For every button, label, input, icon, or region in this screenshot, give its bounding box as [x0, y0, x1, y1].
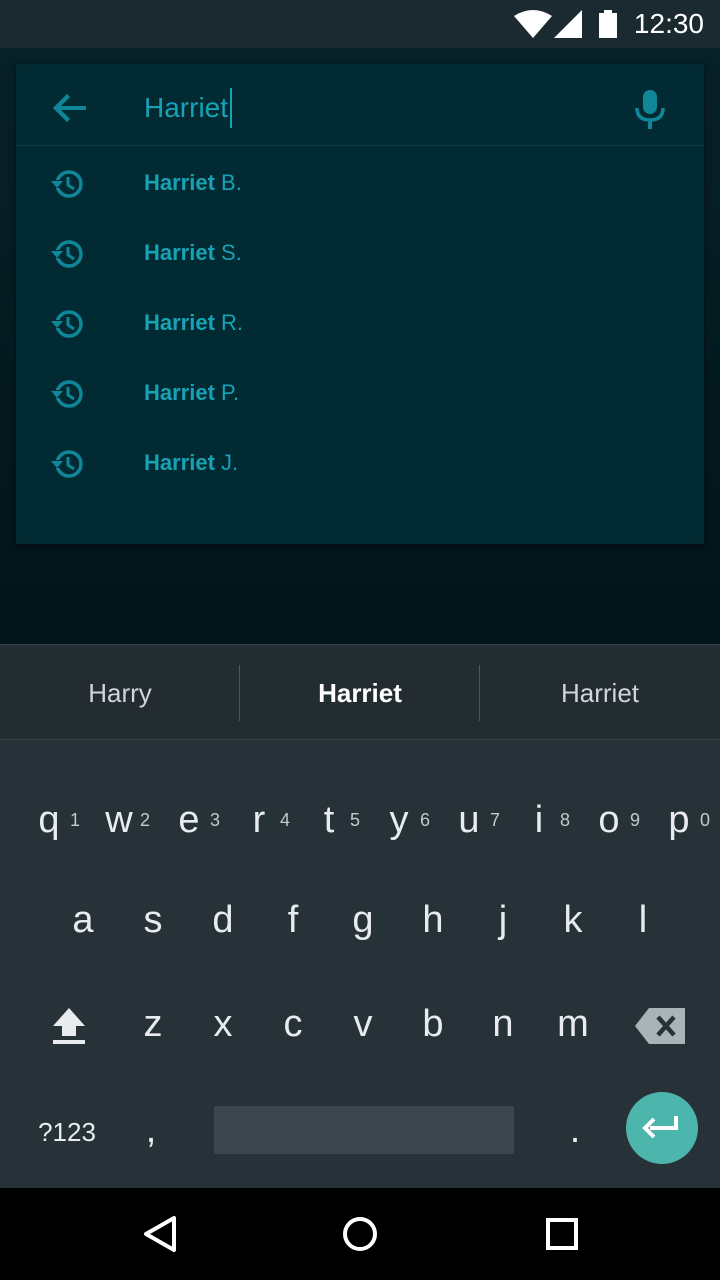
key-f[interactable]: f	[258, 870, 328, 970]
key-c[interactable]: c	[258, 974, 328, 1074]
history-icon	[51, 240, 83, 268]
key-v[interactable]: v	[328, 974, 398, 1074]
keyboard-suggestion-strip: Harry Harriet Harriet	[0, 644, 720, 740]
key-b[interactable]: b	[398, 974, 468, 1074]
key-p[interactable]: p0	[644, 770, 714, 870]
key-k[interactable]: k	[538, 870, 608, 970]
suggestion-text: Harriet B.	[144, 170, 242, 195]
period-key[interactable]: .	[540, 1080, 610, 1180]
key-i[interactable]: i8	[504, 770, 574, 870]
backspace-icon	[635, 1008, 685, 1044]
suggestion-text: Harriet J.	[144, 450, 239, 475]
key-r[interactable]: r4	[224, 770, 294, 870]
history-icon	[51, 310, 83, 338]
recents-nav-icon[interactable]	[538, 1210, 586, 1258]
arrow-back-icon[interactable]	[50, 88, 90, 128]
key-q[interactable]: q1	[14, 770, 84, 870]
spacebar[interactable]	[214, 1106, 514, 1154]
key-y[interactable]: y6	[364, 770, 434, 870]
shift-icon	[53, 1008, 85, 1044]
history-icon	[51, 450, 83, 478]
key-e[interactable]: e3	[154, 770, 224, 870]
search-card: Harriet Harriet B. Harriet S. Harriet R.…	[16, 64, 704, 544]
comma-key[interactable]: ,	[116, 1080, 186, 1180]
suggestion-text: Harriet P.	[144, 380, 239, 405]
suggestion-item[interactable]: Harriet B.	[16, 146, 704, 216]
home-nav-icon[interactable]	[336, 1210, 384, 1258]
mic-icon[interactable]	[630, 88, 670, 132]
key-u[interactable]: u7	[434, 770, 504, 870]
search-bar: Harriet	[16, 64, 704, 146]
suggestion-item[interactable]: Harriet R.	[16, 286, 704, 356]
battery-icon	[599, 10, 617, 38]
backspace-key[interactable]	[620, 976, 700, 1076]
key-t[interactable]: t5	[294, 770, 364, 870]
suggestion-list: Harriet B. Harriet S. Harriet R. Harriet…	[16, 146, 704, 496]
suggestion-text: Harriet R.	[144, 310, 244, 335]
key-n[interactable]: n	[468, 974, 538, 1074]
key-a[interactable]: a	[48, 870, 118, 970]
enter-icon	[642, 1116, 678, 1139]
wifi-icon	[514, 10, 552, 38]
suggestion-item[interactable]: Harriet S.	[16, 216, 704, 286]
key-z[interactable]: z	[118, 974, 188, 1074]
key-l[interactable]: l	[608, 870, 678, 970]
back-nav-icon[interactable]	[136, 1210, 184, 1258]
suggestion-item[interactable]: Harriet P.	[16, 356, 704, 426]
key-g[interactable]: g	[328, 870, 398, 970]
search-query-text: Harriet	[144, 92, 229, 123]
key-d[interactable]: d	[188, 870, 258, 970]
key-x[interactable]: x	[188, 974, 258, 1074]
status-bar: 12:30	[0, 0, 720, 48]
key-o[interactable]: o9	[574, 770, 644, 870]
text-cursor	[230, 88, 233, 128]
keyboard-suggestion[interactable]: Harriet	[480, 645, 720, 741]
history-icon	[51, 380, 83, 408]
shift-key[interactable]	[34, 976, 104, 1076]
navigation-bar	[0, 1188, 720, 1280]
history-icon	[51, 170, 83, 198]
suggestion-item[interactable]: Harriet J.	[16, 426, 704, 496]
soft-keyboard: q1 w2 e3 r4 t5 y6 u7 i8 o9 p0 a s d f g …	[0, 740, 720, 1188]
signal-icon	[554, 10, 582, 38]
status-time: 12:30	[633, 8, 704, 39]
key-h[interactable]: h	[398, 870, 468, 970]
key-s[interactable]: s	[118, 870, 188, 970]
keyboard-suggestion[interactable]: Harry	[0, 645, 240, 741]
key-m[interactable]: m	[538, 974, 608, 1074]
search-input[interactable]: Harriet	[144, 88, 233, 128]
keyboard-suggestion[interactable]: Harriet	[240, 645, 480, 741]
key-w[interactable]: w2	[84, 770, 154, 870]
suggestion-text: Harriet S.	[144, 240, 242, 265]
symbols-key[interactable]: ?123	[26, 1082, 108, 1182]
key-j[interactable]: j	[468, 870, 538, 970]
enter-key[interactable]	[626, 1092, 698, 1164]
